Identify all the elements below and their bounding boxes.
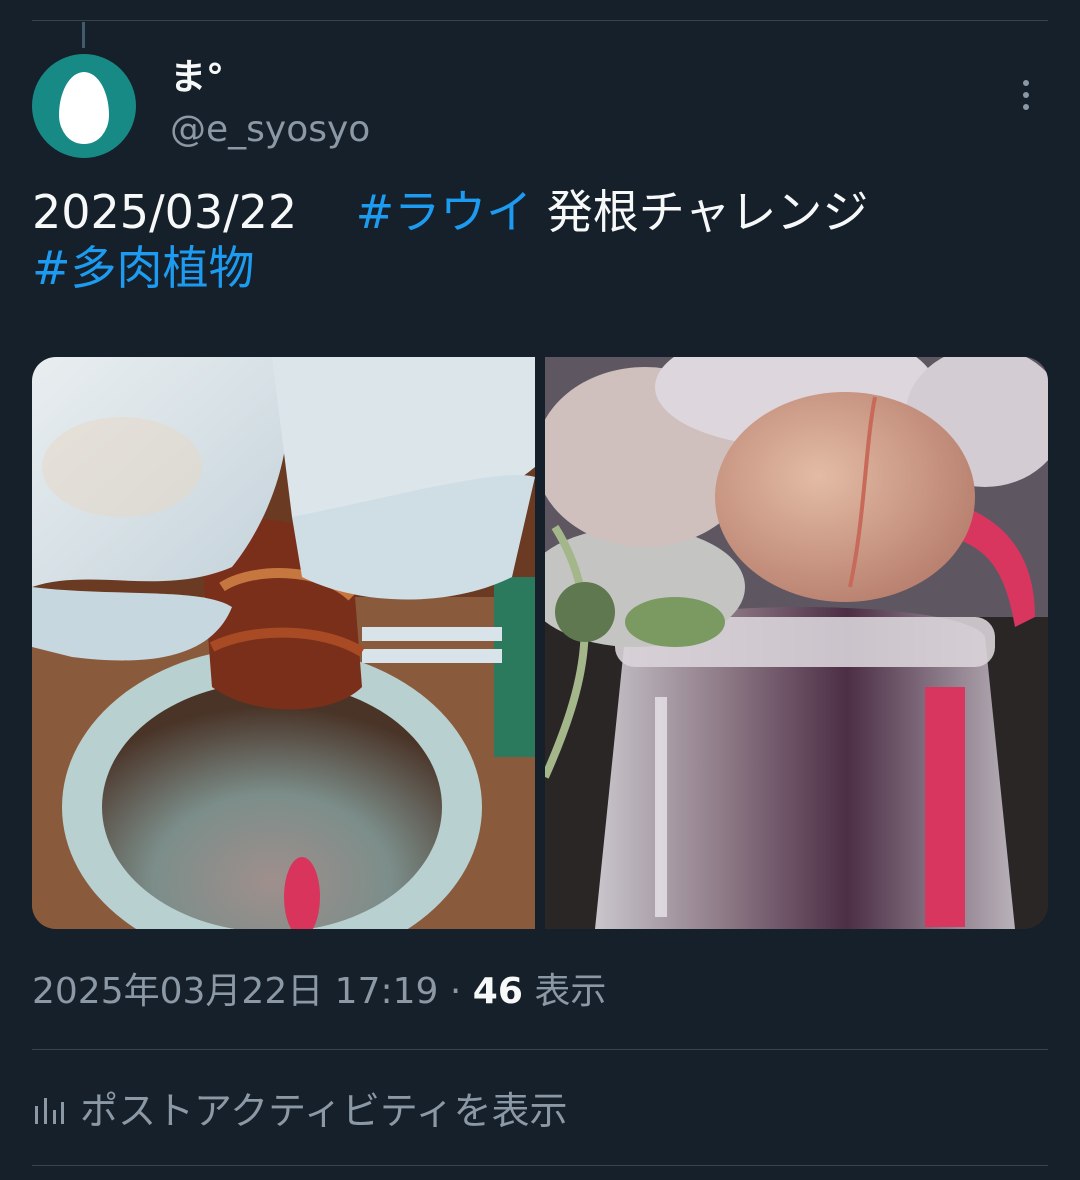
succulent-photo-left bbox=[32, 357, 535, 929]
view-post-activity-label: ポストアクティビティを表示 bbox=[80, 1089, 568, 1133]
views-count: 46 bbox=[472, 971, 523, 1012]
views-label: 表示 bbox=[522, 971, 607, 1012]
more-vertical-icon bbox=[1023, 80, 1029, 86]
tweet-text-line-2: #多肉植物 bbox=[32, 240, 1048, 296]
view-post-activity-button[interactable]: ポストアクティビティを表示 bbox=[32, 1084, 568, 1138]
media-photo-2[interactable] bbox=[545, 357, 1048, 929]
tweet-detail: ま° @e_syosyo 2025/03/22 #ラウイ 発根チャレンジ #多肉… bbox=[0, 0, 1080, 1180]
avatar[interactable] bbox=[32, 54, 136, 158]
tweet-text: 2025/03/22 #ラウイ 発根チャレンジ #多肉植物 bbox=[32, 184, 1048, 296]
divider bbox=[32, 1165, 1048, 1166]
display-name[interactable]: ま° bbox=[170, 58, 224, 98]
more-options-button[interactable] bbox=[1004, 70, 1048, 120]
tweet-timestamp[interactable]: 2025年03月22日 17:19 bbox=[32, 971, 438, 1012]
thread-connector-line bbox=[82, 22, 85, 48]
media-grid bbox=[32, 357, 1048, 929]
tweet-date-text: 2025/03/22 bbox=[32, 185, 298, 239]
meta-separator: · bbox=[438, 971, 473, 1012]
user-handle[interactable]: @e_syosyo bbox=[170, 110, 370, 150]
analytics-icon bbox=[35, 1098, 64, 1124]
media-photo-1[interactable] bbox=[32, 357, 535, 929]
egg-avatar-icon bbox=[59, 72, 109, 144]
tweet-metadata: 2025年03月22日 17:19 · 46 表示 bbox=[32, 970, 606, 1014]
hashtag-link[interactable]: #多肉植物 bbox=[32, 241, 255, 295]
tweet-text-line-1: 2025/03/22 #ラウイ 発根チャレンジ bbox=[32, 184, 1048, 240]
tweet-body-text: 発根チャレンジ bbox=[532, 185, 869, 239]
hashtag-link[interactable]: #ラウイ bbox=[356, 185, 533, 239]
divider bbox=[32, 1049, 1048, 1050]
top-divider bbox=[32, 20, 1048, 21]
succulent-photo-right bbox=[545, 357, 1048, 929]
